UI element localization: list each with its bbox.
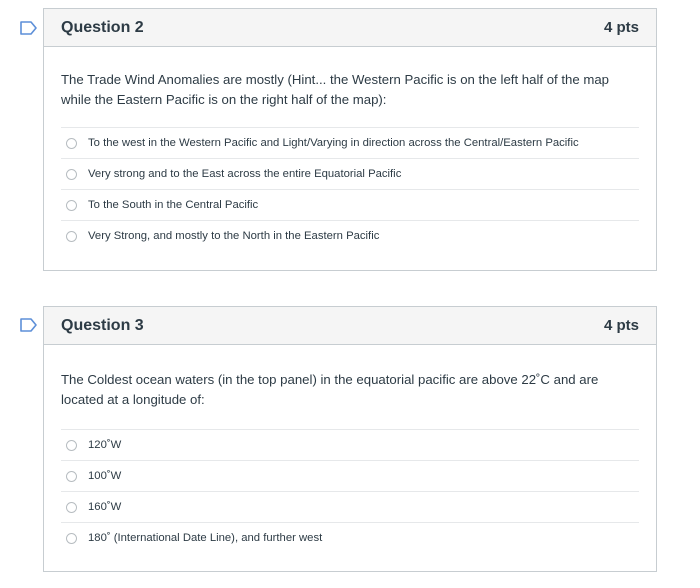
- question-header: Question 3 4 pts: [44, 307, 656, 345]
- answer-label: 180˚ (International Date Line), and furt…: [88, 532, 323, 544]
- radio-button-icon[interactable]: [66, 439, 77, 451]
- answer-option[interactable]: 160˚W: [61, 491, 639, 522]
- answer-label: To the west in the Western Pacific and L…: [88, 137, 579, 149]
- answer-list: To the west in the Western Pacific and L…: [61, 127, 639, 251]
- question-header: Question 2 4 pts: [44, 9, 656, 47]
- answer-option[interactable]: Very strong and to the East across the e…: [61, 158, 639, 189]
- radio-button-icon[interactable]: [66, 199, 77, 211]
- question-text: The Coldest ocean waters (in the top pan…: [61, 372, 599, 407]
- radio-button-icon[interactable]: [66, 137, 77, 149]
- answer-label: 100˚W: [88, 470, 122, 482]
- answer-option[interactable]: To the west in the Western Pacific and L…: [61, 127, 639, 158]
- answer-list: 120˚W 100˚W 160˚W 180˚ (International Da…: [61, 429, 639, 553]
- question-points: 4 pts: [603, 317, 639, 334]
- radio-button-icon[interactable]: [66, 230, 77, 242]
- answer-label: Very Strong, and mostly to the North in …: [88, 230, 380, 242]
- radio-button-icon[interactable]: [66, 168, 77, 180]
- radio-button-icon[interactable]: [66, 470, 77, 482]
- answer-option[interactable]: 120˚W: [61, 429, 639, 460]
- question-title: Question 3: [61, 316, 144, 334]
- answer-option[interactable]: Very Strong, and mostly to the North in …: [61, 220, 639, 251]
- answer-label: To the South in the Central Pacific: [88, 199, 259, 211]
- answer-label: 160˚W: [88, 501, 122, 513]
- radio-button-icon[interactable]: [66, 532, 77, 544]
- question-title: Question 2: [61, 18, 144, 36]
- answer-option[interactable]: To the South in the Central Pacific: [61, 189, 639, 220]
- answer-option[interactable]: 180˚ (International Date Line), and furt…: [61, 522, 639, 553]
- flag-question-icon[interactable]: [20, 318, 38, 332]
- answer-option[interactable]: 100˚W: [61, 460, 639, 491]
- radio-button-icon[interactable]: [66, 501, 77, 513]
- question-points: 4 pts: [603, 19, 639, 36]
- question-card: Question 3 4 pts The Coldest ocean water…: [43, 306, 657, 572]
- question-text: The Trade Wind Anomalies are mostly (Hin…: [61, 72, 610, 107]
- answer-label: Very strong and to the East across the e…: [88, 168, 402, 180]
- question-card: Question 2 4 pts The Trade Wind Anomalie…: [43, 8, 657, 271]
- flag-question-icon[interactable]: [20, 21, 38, 35]
- answer-label: 120˚W: [88, 439, 122, 451]
